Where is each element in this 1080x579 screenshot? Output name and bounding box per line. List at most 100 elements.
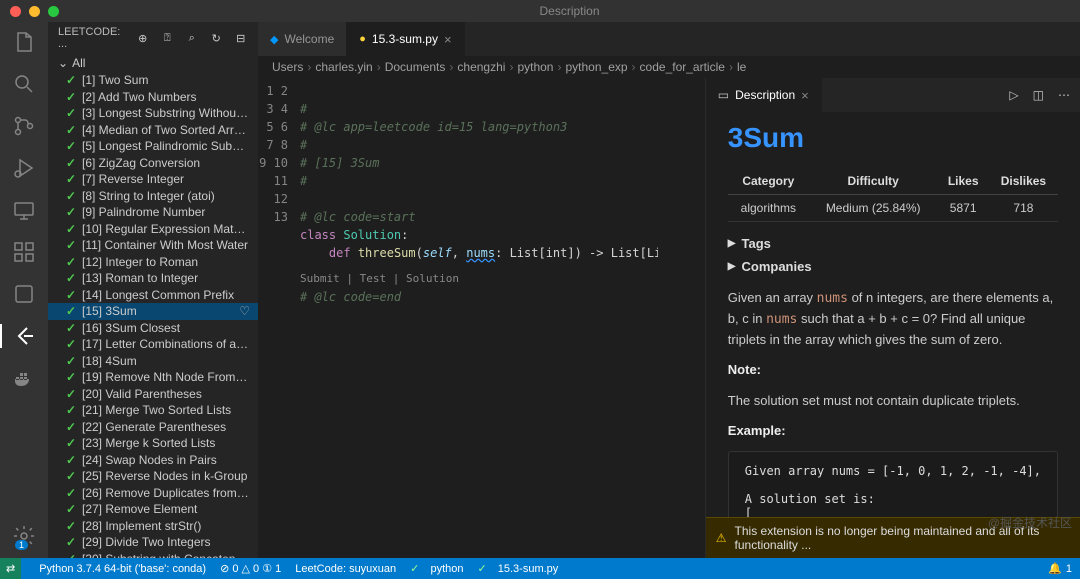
sidebar-all-row[interactable]: ⌄ All — [48, 54, 258, 72]
problem-row[interactable]: ✓[19] Remove Nth Node From End of List — [48, 369, 258, 386]
breadcrumb-item[interactable]: le — [737, 60, 746, 74]
tags-disclosure[interactable]: ▶Tags — [728, 232, 1058, 255]
breadcrumb-item[interactable]: charles.yin — [315, 60, 372, 74]
extensions-icon[interactable] — [12, 240, 36, 264]
problem-row[interactable]: ✓[2] Add Two Numbers — [48, 89, 258, 106]
check-icon: ✓ — [66, 354, 82, 368]
problem-row[interactable]: ✓[22] Generate Parentheses — [48, 419, 258, 436]
search-problems-icon[interactable]: ⌕ — [185, 30, 199, 46]
problem-row[interactable]: ✓[18] 4Sum — [48, 353, 258, 370]
heart-icon[interactable]: ♡ — [239, 304, 250, 318]
th-difficulty: Difficulty — [809, 168, 938, 195]
problem-row[interactable]: ✓[16] 3Sum Closest — [48, 320, 258, 337]
status-lang[interactable]: ✓ python — [410, 562, 463, 575]
problem-row[interactable]: ✓[9] Palindrome Number — [48, 204, 258, 221]
problem-row[interactable]: ✓[6] ZigZag Conversion — [48, 155, 258, 172]
refresh-icon[interactable]: ↻ — [209, 30, 223, 46]
problem-row[interactable]: ✓[14] Longest Common Prefix — [48, 287, 258, 304]
note-text: The solution set must not contain duplic… — [728, 391, 1058, 411]
check-icon: ✓ — [66, 106, 82, 120]
more-actions-icon[interactable]: ⋯ — [1058, 88, 1070, 102]
companies-disclosure[interactable]: ▶Companies — [728, 255, 1058, 278]
check-icon: ✓ — [66, 387, 82, 401]
tab-label: Description — [735, 88, 795, 102]
td-category: algorithms — [728, 195, 809, 222]
problem-label: [9] Palindrome Number — [82, 205, 250, 219]
problem-row[interactable]: ✓[29] Divide Two Integers — [48, 534, 258, 551]
tab-file[interactable]: ● 15.3-sum.py × — [347, 22, 464, 56]
problem-row[interactable]: ✓[21] Merge Two Sorted Lists — [48, 402, 258, 419]
problem-row[interactable]: ✓[5] Longest Palindromic Substring — [48, 138, 258, 155]
check-icon: ✓ — [66, 436, 82, 450]
problem-row[interactable]: ✓[12] Integer to Roman — [48, 254, 258, 271]
explorer-icon[interactable] — [12, 30, 36, 54]
problem-row[interactable]: ✓[3] Longest Substring Without Repeatin.… — [48, 105, 258, 122]
check-icon: ✓ — [66, 73, 82, 87]
watermark: @掘金技术社区 — [988, 514, 1072, 531]
problem-row[interactable]: ✓[26] Remove Duplicates from Sorted Arr.… — [48, 485, 258, 502]
close-window-button[interactable] — [10, 6, 21, 17]
stats-table: Category Difficulty Likes Dislikes algor… — [728, 168, 1058, 222]
user-icon[interactable]: ⍰ — [160, 30, 174, 46]
globe-icon[interactable]: ⊕ — [136, 30, 150, 46]
code-editor[interactable]: 1 2 3 4 5 6 7 8 9 10 11 12 13 # # @lc ap… — [258, 78, 658, 558]
debug-icon[interactable] — [12, 156, 36, 180]
problem-row[interactable]: ✓[8] String to Integer (atoi) — [48, 188, 258, 205]
problem-row[interactable]: ✓[17] Letter Combinations of a Phone Nu.… — [48, 336, 258, 353]
problem-row[interactable]: ✓[1] Two Sum — [48, 72, 258, 89]
status-problems[interactable]: ⊘ 0 △ 0 ① 1 — [220, 562, 281, 575]
description-body: 3Sum Category Difficulty Likes Dislikes … — [706, 112, 1080, 558]
run-icon[interactable]: ▷ — [1009, 88, 1018, 102]
source-control-icon[interactable] — [12, 114, 36, 138]
status-python[interactable]: Python 3.7.4 64-bit ('base': conda) — [39, 563, 206, 575]
close-tab-icon[interactable]: × — [801, 88, 809, 103]
code-lens-actions[interactable]: Submit | Test | Solution — [300, 270, 658, 288]
status-file[interactable]: ✓ 15.3-sum.py — [477, 562, 558, 575]
problem-row[interactable]: ✓[30] Substring with Concatenation of Al… — [48, 551, 258, 559]
breadcrumb-item[interactable]: python_exp — [565, 60, 627, 74]
status-bell[interactable]: 🔔 1 — [1048, 562, 1072, 575]
minimize-window-button[interactable] — [29, 6, 40, 17]
tab-welcome[interactable]: ◆ Welcome — [258, 22, 347, 56]
breadcrumb-item[interactable]: chengzhi — [457, 60, 505, 74]
editor-tabs: ◆ Welcome ● 15.3-sum.py × — [258, 22, 1080, 56]
problem-row[interactable]: ✓[27] Remove Element — [48, 501, 258, 518]
leetcode-icon[interactable] — [0, 324, 48, 348]
problem-row[interactable]: ✓[20] Valid Parentheses — [48, 386, 258, 403]
problem-row[interactable]: ✓[10] Regular Expression Matching — [48, 221, 258, 238]
search-icon[interactable] — [12, 72, 36, 96]
vscode-icon: ◆ — [270, 33, 278, 46]
remote-explorer-icon[interactable] — [12, 198, 36, 222]
breadcrumb-item[interactable]: python — [517, 60, 553, 74]
docker-icon[interactable] — [12, 366, 36, 390]
minimap[interactable] — [658, 78, 705, 558]
problem-label: [28] Implement strStr() — [82, 519, 250, 533]
tab-description[interactable]: ▭ Description × — [706, 78, 822, 112]
problem-row[interactable]: ✓[28] Implement strStr() — [48, 518, 258, 535]
breadcrumbs[interactable]: Users›charles.yin›Documents›chengzhi›pyt… — [258, 56, 1080, 78]
problem-row[interactable]: ✓[7] Reverse Integer — [48, 171, 258, 188]
problem-label: [11] Container With Most Water — [82, 238, 250, 252]
problem-row[interactable]: ✓[24] Swap Nodes in Pairs — [48, 452, 258, 469]
example-label: Example: — [728, 421, 1058, 441]
settings-gear-icon[interactable]: 1 — [12, 524, 36, 548]
problem-row[interactable]: ✓[23] Merge k Sorted Lists — [48, 435, 258, 452]
breadcrumb-item[interactable]: code_for_article — [640, 60, 725, 74]
collapse-icon[interactable]: ⊟ — [233, 30, 247, 46]
split-editor-icon[interactable]: ◫ — [1033, 88, 1044, 102]
bookmarks-icon[interactable] — [12, 282, 36, 306]
problem-row[interactable]: ✓[15] 3Sum♡ — [48, 303, 258, 320]
problem-row[interactable]: ✓[11] Container With Most Water — [48, 237, 258, 254]
problem-row[interactable]: ✓[13] Roman to Integer — [48, 270, 258, 287]
problem-row[interactable]: ✓[4] Median of Two Sorted Arrays — [48, 122, 258, 139]
code-content[interactable]: # # @lc app=leetcode id=15 lang=python3 … — [300, 78, 658, 558]
problem-label: [17] Letter Combinations of a Phone Nu..… — [82, 337, 250, 351]
maximize-window-button[interactable] — [48, 6, 59, 17]
status-leetcode[interactable]: LeetCode: suyuxuan — [295, 563, 396, 575]
remote-indicator[interactable]: ⇄ — [0, 558, 21, 579]
line-gutter: 1 2 3 4 5 6 7 8 9 10 11 12 13 — [258, 78, 300, 558]
breadcrumb-item[interactable]: Documents — [385, 60, 446, 74]
problem-row[interactable]: ✓[25] Reverse Nodes in k-Group — [48, 468, 258, 485]
breadcrumb-item[interactable]: Users — [272, 60, 303, 74]
close-tab-icon[interactable]: × — [444, 32, 452, 47]
